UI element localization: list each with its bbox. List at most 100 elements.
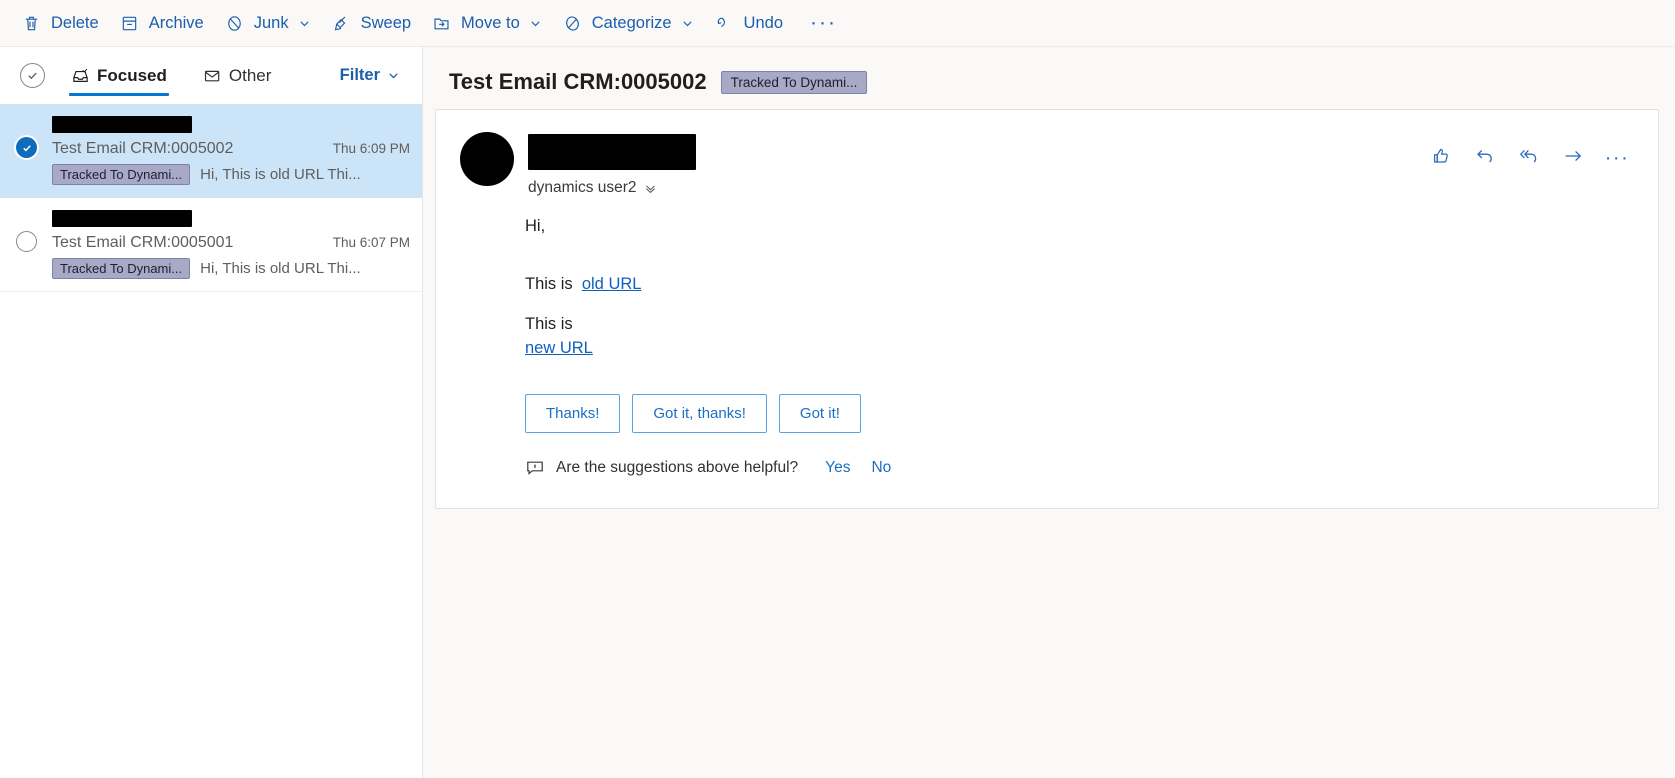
trash-icon <box>21 13 42 34</box>
focused-inbox-icon <box>71 67 90 85</box>
feedback-question: Are the suggestions above helpful? <box>556 458 799 476</box>
message-card-header: dynamics user2 ··· <box>460 132 1634 197</box>
like-button[interactable] <box>1424 142 1458 174</box>
junk-button[interactable]: Junk <box>215 5 320 41</box>
sweep-label: Sweep <box>360 13 412 32</box>
junk-label: Junk <box>253 13 289 32</box>
delete-label: Delete <box>51 13 99 32</box>
chevron-down-icon <box>681 17 694 30</box>
sender-name-redacted-bar <box>528 134 696 170</box>
body-new-prefix: This is <box>525 314 573 333</box>
message-subject-1: Test Email CRM:0005001 <box>52 234 234 251</box>
suggested-replies: Thanks! Got it, thanks! Got it! <box>525 393 1634 433</box>
check-circle-filled-icon <box>16 137 37 158</box>
message-subject-row-0: Test Email CRM:0005002 Thu 6:09 PM <box>52 140 410 158</box>
tab-other-label: Other <box>228 65 272 85</box>
archive-label: Archive <box>148 13 204 32</box>
tab-focused-label: Focused <box>97 65 167 85</box>
suggestion-feedback: Are the suggestions above helpful? Yes N… <box>525 459 1634 477</box>
categorize-label: Categorize <box>591 13 672 32</box>
chevron-down-icon <box>298 17 311 30</box>
reply-icon <box>1474 145 1496 172</box>
message-preview-1: Hi, This is old URL Thi... <box>200 260 361 277</box>
message-subject-row-1: Test Email CRM:0005001 Thu 6:07 PM <box>52 234 410 252</box>
more-actions-button[interactable]: ··· <box>1600 142 1634 174</box>
message-list-pane: Focused Other Filter Test Email CRM:0005… <box>0 47 423 778</box>
body-spacer-2 <box>525 297 1634 313</box>
message-select-checkbox-1[interactable] <box>16 210 52 279</box>
message-actions: ··· <box>1414 132 1634 174</box>
toolbar-overflow-button[interactable]: ··· <box>800 5 847 41</box>
sweep-button[interactable]: Sweep <box>322 5 420 41</box>
message-card: dynamics user2 ··· Hi, This is old URL T… <box>435 109 1659 509</box>
command-toolbar: Delete Archive Junk Sweep Move to Catego… <box>0 0 1675 47</box>
like-thumbs-up-icon <box>1430 145 1452 172</box>
body-old-prefix: This is <box>525 274 573 293</box>
sender-redacted-bar <box>52 116 192 133</box>
reading-pane-header: Test Email CRM:0005002 Tracked To Dynami… <box>423 47 1675 109</box>
archive-icon <box>119 13 140 34</box>
message-content-1: Test Email CRM:0005001 Thu 6:07 PM Track… <box>52 210 410 279</box>
message-time-0: Thu 6:09 PM <box>332 141 410 156</box>
other-mail-icon <box>203 68 222 84</box>
select-all-checkbox[interactable] <box>20 63 45 88</box>
sweep-broom-icon <box>331 13 352 34</box>
filter-label: Filter <box>339 66 380 84</box>
feedback-yes-link[interactable]: Yes <box>825 459 850 477</box>
avatar <box>460 132 514 186</box>
undo-button[interactable]: Undo <box>705 5 792 41</box>
forward-button[interactable] <box>1556 142 1590 174</box>
reply-button[interactable] <box>1468 142 1502 174</box>
feedback-no-link[interactable]: No <box>871 459 891 477</box>
recipient-name: dynamics user2 <box>528 179 637 196</box>
message-content-0: Test Email CRM:0005002 Thu 6:09 PM Track… <box>52 116 410 185</box>
archive-button[interactable]: Archive <box>110 5 213 41</box>
page-title: Test Email CRM:0005002 <box>449 69 707 94</box>
body-greeting: Hi, <box>525 217 546 235</box>
reading-pane: Test Email CRM:0005002 Tracked To Dynami… <box>423 47 1675 778</box>
tracked-badge-1[interactable]: Tracked To Dynami... <box>52 258 191 279</box>
message-body: Hi, This is old URL This is new URL Than… <box>460 197 1634 477</box>
more-actions-icon: ··· <box>1604 146 1630 169</box>
suggested-reply-got-it[interactable]: Got it! <box>778 393 861 433</box>
old-url-link[interactable]: old URL <box>582 275 642 293</box>
message-list-item-1[interactable]: Test Email CRM:0005001 Thu 6:07 PM Track… <box>0 198 422 292</box>
move-to-folder-icon <box>431 13 452 34</box>
message-list-header: Focused Other Filter <box>0 47 422 104</box>
sender-block: dynamics user2 <box>528 132 1414 197</box>
categorize-tag-icon <box>562 13 583 34</box>
tracked-badge-0[interactable]: Tracked To Dynami... <box>52 164 191 185</box>
chevron-down-icon <box>387 69 400 82</box>
message-preview-0: Hi, This is old URL Thi... <box>200 166 361 183</box>
move-to-label: Move to <box>461 13 520 32</box>
body-line-old-url: This is old URL <box>525 273 1634 297</box>
body-line-new-url: new URL <box>525 337 1634 361</box>
delete-button[interactable]: Delete <box>12 5 108 41</box>
reply-all-button[interactable] <box>1512 142 1546 174</box>
outlook-mail-window: Delete Archive Junk Sweep Move to Catego… <box>0 0 1675 778</box>
message-select-checkbox-0[interactable] <box>16 116 52 185</box>
message-list: Test Email CRM:0005002 Thu 6:09 PM Track… <box>0 104 422 778</box>
feedback-comment-icon <box>525 459 545 477</box>
message-time-1: Thu 6:07 PM <box>332 235 410 250</box>
move-to-button[interactable]: Move to <box>422 5 551 41</box>
suggested-reply-got-it-thanks[interactable]: Got it, thanks! <box>632 393 767 433</box>
message-list-item-0[interactable]: Test Email CRM:0005002 Thu 6:09 PM Track… <box>0 104 422 198</box>
new-url-link[interactable]: new URL <box>525 339 593 357</box>
chevron-double-down-icon[interactable] <box>644 182 657 195</box>
suggested-reply-thanks[interactable]: Thanks! <box>525 393 621 433</box>
tracked-status-badge[interactable]: Tracked To Dynami... <box>720 70 868 94</box>
forward-arrow-icon <box>1562 145 1584 172</box>
check-circle-empty-icon <box>16 231 37 252</box>
message-subject-0: Test Email CRM:0005002 <box>52 140 234 157</box>
categorize-button[interactable]: Categorize <box>553 5 703 41</box>
junk-block-icon <box>224 13 245 34</box>
tab-focused[interactable]: Focused <box>67 47 171 104</box>
recipient-row[interactable]: dynamics user2 <box>528 179 1414 197</box>
tab-other[interactable]: Other <box>199 47 276 104</box>
message-meta-row-1: Tracked To Dynami... Hi, This is old URL… <box>52 258 410 279</box>
main-split: Focused Other Filter Test Email CRM:0005… <box>0 47 1675 778</box>
filter-button[interactable]: Filter <box>334 62 406 89</box>
sender-redacted-bar <box>52 210 192 227</box>
